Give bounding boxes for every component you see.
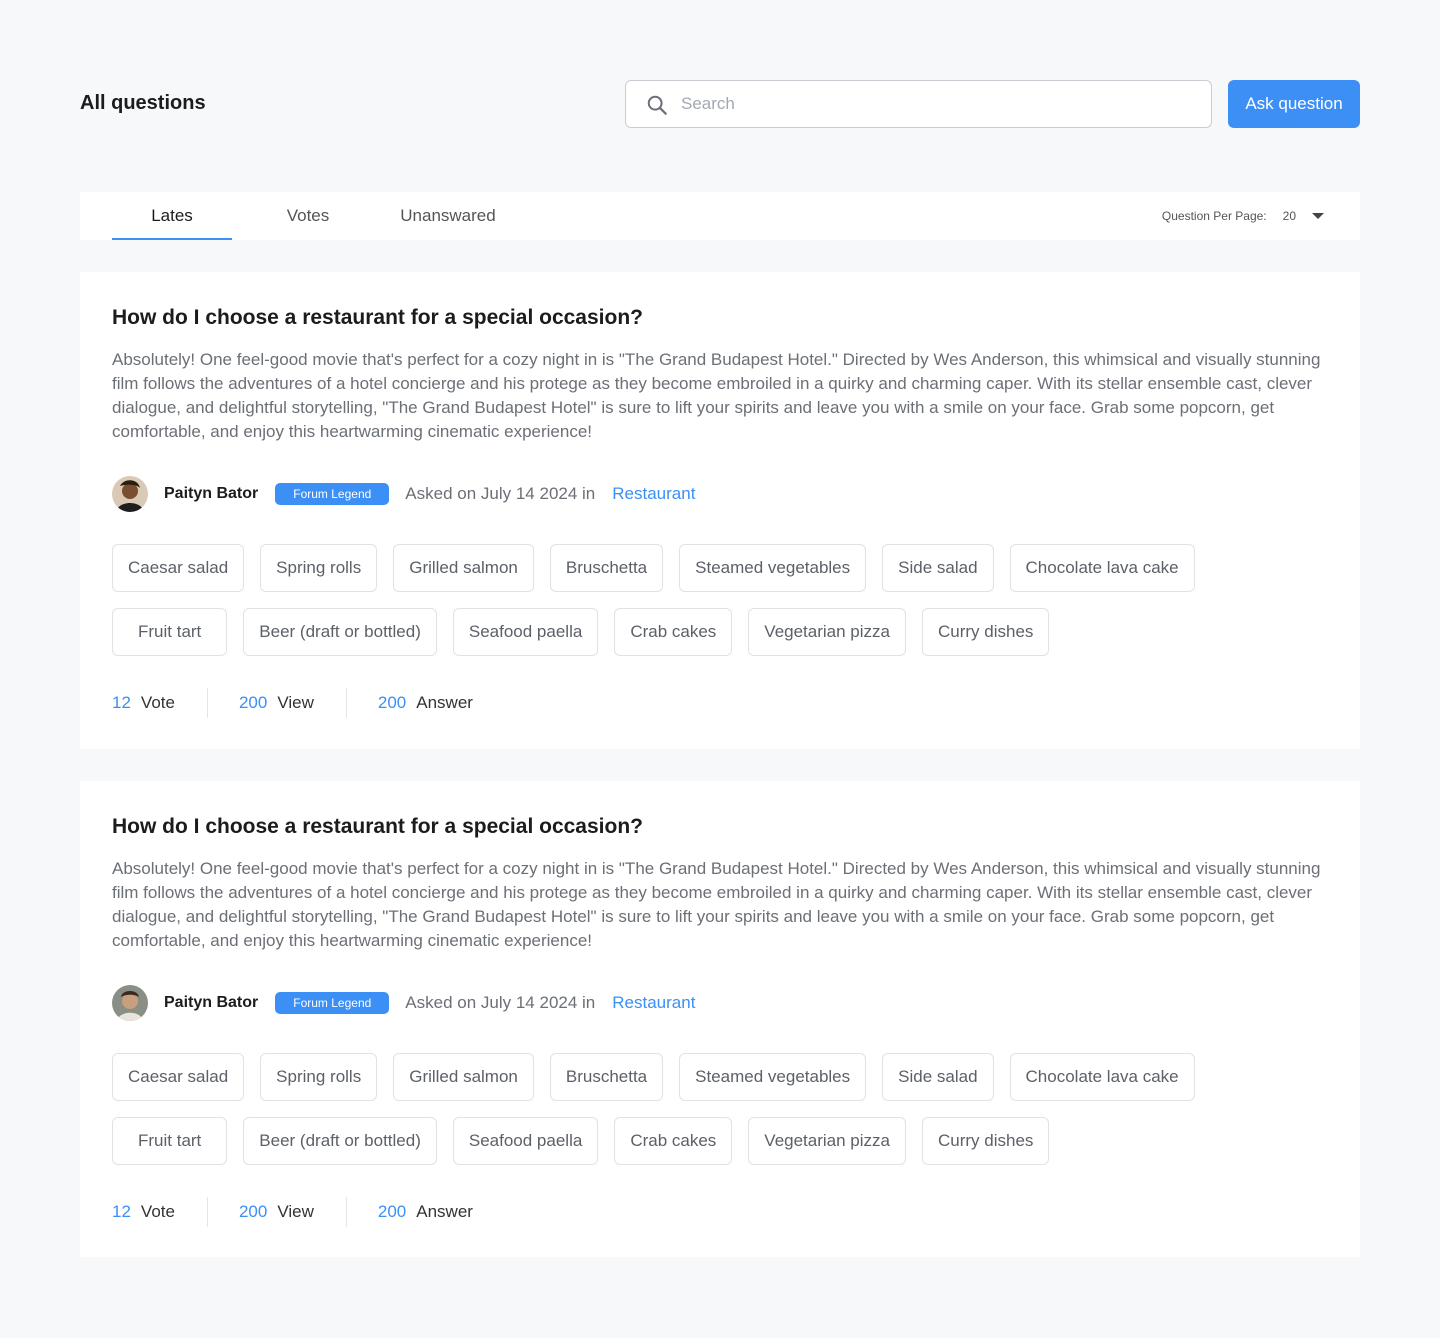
- answer-label: Answer: [416, 693, 473, 712]
- asked-date: Asked on July 14 2024 in: [405, 484, 596, 503]
- avatar[interactable]: [112, 985, 148, 1021]
- tag[interactable]: Seafood paella: [452, 608, 599, 656]
- status-badge: Forum Legend: [275, 483, 390, 505]
- tag[interactable]: Spring rolls: [260, 544, 378, 592]
- tag-list: Caesar salad Spring rolls Grilled salmon…: [112, 1053, 1332, 1181]
- vote-stat[interactable]: 12 Vote: [112, 1202, 175, 1222]
- tag[interactable]: Steamed vegetables: [679, 1053, 867, 1101]
- view-stat: 200 View: [239, 1202, 314, 1222]
- tag[interactable]: Side salad: [882, 544, 994, 592]
- tag[interactable]: Bruschetta: [549, 1053, 664, 1101]
- divider: [206, 1197, 208, 1227]
- tag[interactable]: Vegetarian pizza: [748, 608, 906, 656]
- tag[interactable]: Caesar salad: [112, 544, 245, 592]
- question-body: Absolutely! One feel-good movie that's p…: [112, 859, 1321, 950]
- page-title: All questions: [80, 92, 206, 114]
- view-stat: 200 View: [239, 693, 314, 713]
- view-count: 200: [238, 1202, 268, 1221]
- search-input[interactable]: [681, 81, 1201, 127]
- tag[interactable]: Spring rolls: [260, 1053, 378, 1101]
- avatar[interactable]: [112, 476, 148, 512]
- vote-label: Vote: [140, 1202, 175, 1221]
- question-card: How do I choose a restaurant for a speci…: [80, 781, 1360, 1257]
- page-header: All questions Ask question: [80, 80, 1360, 128]
- tab-votes[interactable]: Votes: [252, 192, 364, 240]
- per-page-selector: Question Per Page: 20: [1162, 192, 1324, 240]
- per-page-value[interactable]: 20: [1283, 209, 1296, 223]
- tag[interactable]: Beer (draft or bottled): [243, 1117, 437, 1165]
- search-icon: [647, 95, 667, 115]
- vote-stat[interactable]: 12 Vote: [112, 693, 175, 713]
- tab-lates[interactable]: Lates: [112, 192, 232, 240]
- category-link[interactable]: Restaurant: [612, 993, 695, 1013]
- tag[interactable]: Crab cakes: [614, 608, 733, 656]
- view-label: View: [277, 693, 314, 712]
- search-box[interactable]: [625, 80, 1212, 128]
- divider: [206, 688, 208, 718]
- answer-stat[interactable]: 200 Answer: [378, 693, 473, 713]
- question-title[interactable]: How do I choose a restaurant for a speci…: [112, 306, 643, 330]
- tag[interactable]: Curry dishes: [922, 1117, 1050, 1165]
- author-name[interactable]: Paityn Bator: [164, 485, 258, 503]
- question-card: How do I choose a restaurant for a speci…: [80, 272, 1360, 749]
- tabs-bar: Lates Votes Unanswared Question Per Page…: [80, 192, 1360, 240]
- view-count: 200: [238, 693, 268, 712]
- tag[interactable]: Seafood paella: [452, 1117, 599, 1165]
- tag[interactable]: Chocolate lava cake: [1009, 1053, 1195, 1101]
- question-title[interactable]: How do I choose a restaurant for a speci…: [112, 815, 643, 839]
- author-name[interactable]: Paityn Bator: [164, 994, 258, 1012]
- answer-count: 200: [377, 693, 407, 712]
- tab-unanswered[interactable]: Unanswared: [384, 192, 512, 240]
- tag[interactable]: Curry dishes: [922, 608, 1050, 656]
- vote-count: 12: [112, 693, 131, 712]
- vote-count: 12: [112, 1202, 131, 1221]
- asked-date: Asked on July 14 2024 in: [405, 993, 596, 1012]
- tag[interactable]: Grilled salmon: [393, 1053, 534, 1101]
- tag[interactable]: Steamed vegetables: [679, 544, 867, 592]
- tag[interactable]: Crab cakes: [614, 1117, 733, 1165]
- category-link[interactable]: Restaurant: [612, 484, 695, 504]
- answer-count: 200: [377, 1202, 407, 1221]
- question-meta: Paityn Bator Forum Legend Asked on July …: [112, 476, 695, 512]
- question-body: Absolutely! One feel-good movie that's p…: [112, 350, 1321, 441]
- ask-question-button[interactable]: Ask question: [1228, 80, 1360, 128]
- tag-list: Caesar salad Spring rolls Grilled salmon…: [112, 544, 1332, 672]
- tag[interactable]: Beer (draft or bottled): [243, 608, 437, 656]
- answer-stat[interactable]: 200 Answer: [378, 1202, 473, 1222]
- vote-label: Vote: [140, 693, 175, 712]
- question-stats: 12 Vote 200 View 200 Answer: [112, 688, 473, 718]
- tag[interactable]: Bruschetta: [549, 544, 664, 592]
- tag[interactable]: Grilled salmon: [393, 544, 534, 592]
- tag[interactable]: Caesar salad: [112, 1053, 245, 1101]
- view-label: View: [277, 1202, 314, 1221]
- tag[interactable]: Side salad: [882, 1053, 994, 1101]
- tag[interactable]: Fruit tart: [112, 608, 228, 656]
- divider: [345, 1197, 347, 1227]
- status-badge: Forum Legend: [275, 992, 390, 1014]
- question-meta: Paityn Bator Forum Legend Asked on July …: [112, 985, 695, 1021]
- tag[interactable]: Chocolate lava cake: [1009, 544, 1195, 592]
- tag[interactable]: Vegetarian pizza: [748, 1117, 906, 1165]
- tag[interactable]: Fruit tart: [112, 1117, 228, 1165]
- answer-label: Answer: [416, 1202, 473, 1221]
- divider: [345, 688, 347, 718]
- chevron-down-icon[interactable]: [1312, 213, 1324, 219]
- per-page-label: Question Per Page:: [1161, 209, 1267, 223]
- question-stats: 12 Vote 200 View 200 Answer: [112, 1197, 473, 1227]
